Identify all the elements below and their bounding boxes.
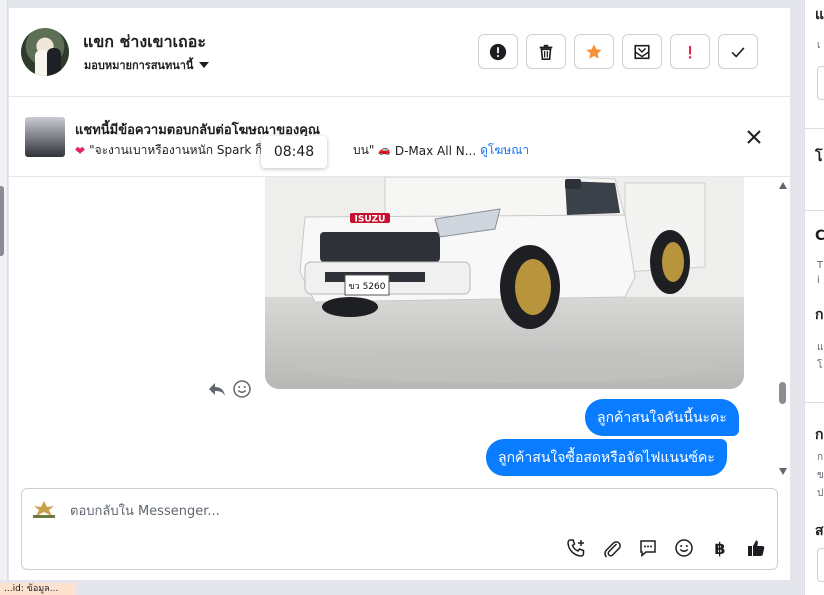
ad-name: D-Max All N... [394,143,477,158]
scrollbar-thumb[interactable] [779,382,786,404]
right-panel-text: โ [817,360,823,371]
mark-spam-button[interactable] [478,34,518,69]
chat-header: แขก ช่างเขาเถอะ มอบหมายการสนทนานี้ [9,8,791,97]
call-button[interactable] [564,536,588,560]
star-button[interactable] [574,34,614,69]
page-root: แขก ช่างเขาเถอะ มอบหมายการสนทนานี้ แชทนี… [0,0,824,595]
alert-circle-icon [489,43,507,60]
chat-bubble-icon [640,540,656,558]
attach-file-button[interactable] [600,536,624,560]
right-panel-text: ข [817,470,824,481]
mail-icon [634,44,650,59]
right-panel-text: C [815,228,824,244]
outgoing-message[interactable]: ลูกค้าสนใจซื้อสดหรือจัดไฟแนนซ์คะ [486,439,727,476]
right-panel-text: T [817,260,824,271]
header-actions [478,34,758,69]
react-emoji-icon[interactable] [232,379,252,399]
saved-replies-button[interactable] [636,536,660,560]
payment-button[interactable]: ฿ [708,536,732,560]
ad-snippet-tail: บน" [353,143,375,157]
outgoing-message[interactable]: ลูกค้าสนใจคันนี้นะคะ [585,399,739,436]
pickup-truck-image: ISUZU ขว 5260 [265,177,744,389]
trash-icon [539,44,553,60]
time-tooltip: 08:48 [261,136,327,168]
right-panel-text: แ [817,342,824,353]
ad-thumbnail[interactable] [25,117,65,157]
contact-name[interactable]: แขก ช่างเขาเถอะ [83,30,206,55]
assign-conversation-dropdown[interactable]: มอบหมายการสนทนานี้ [84,56,210,74]
right-panel-text: โ [815,149,823,165]
paperclip-icon [604,541,621,558]
follow-up-button[interactable] [670,34,710,69]
car-brand-label: ISUZU [355,215,386,225]
ad-reply-banner: แชทนี้มีข้อความตอบกลับต่อโฆษณาของคุณ ❤ "… [9,97,791,177]
thumbs-up-icon [748,540,765,556]
bottom-strip [0,580,804,595]
like-button[interactable] [744,536,768,560]
right-panel-field[interactable] [817,66,824,100]
right-panel-text: เ [817,40,821,51]
car-photo-attachment[interactable]: ISUZU ขว 5260 [265,177,744,389]
scroll-down-arrow-icon[interactable] [779,468,787,475]
message-composer: ฿ [21,488,778,570]
mark-unread-button[interactable] [622,34,662,69]
reply-icon[interactable] [207,379,227,399]
message-input[interactable] [70,501,570,521]
right-panel-text: แ [815,7,824,23]
right-panel-text: ก [815,427,824,443]
scroll-up-arrow-icon[interactable] [779,182,787,189]
heart-icon: ❤ [75,143,86,158]
delete-button[interactable] [526,34,566,69]
view-ad-link[interactable]: ดูโฆษณา [480,141,529,160]
ad-snippet: "จะงานเบาหรืองานหนัก Spark ก็วิ่ง [89,143,276,157]
right-panel-text: i [817,275,820,286]
check-icon [731,46,745,58]
message-scrollbar[interactable] [776,177,790,482]
mark-done-button[interactable] [718,34,758,69]
assign-label: มอบหมายการสนทนานี้ [84,59,194,72]
chat-panel: แขก ช่างเขาเถอะ มอบหมายการสนทนานี้ แชทนี… [8,8,791,580]
smiley-icon [675,539,693,557]
left-sidebar-edge [0,0,8,580]
right-info-panel: แ เ โ C T i ก แ โ ก ก ข ป ส [804,0,824,595]
phone-plus-icon [567,539,585,557]
right-panel-text: ก [815,307,824,323]
license-plate: ขว 5260 [349,282,386,292]
exclamation-icon [688,45,692,59]
page-logo-icon [33,501,55,518]
emoji-button[interactable] [672,536,696,560]
caret-down-icon [199,62,210,68]
message-list: ISUZU ขว 5260 ลูกค้าสนใจคันนี้นะคะ ลูกค้… [9,177,791,482]
right-panel-text: ส [815,523,824,539]
left-sidebar-handle[interactable] [0,186,4,256]
composer-toolbar: ฿ [564,536,768,560]
right-panel-text: ก [817,452,824,463]
bottom-chip[interactable]: ...id: ข้อมูล... [0,583,76,595]
avatar[interactable] [21,28,69,76]
right-panel-field[interactable] [817,548,824,582]
car-icon: 🚗 [378,145,391,156]
star-icon [586,43,602,59]
close-icon[interactable] [744,127,764,147]
baht-icon: ฿ [714,538,726,558]
right-panel-text: ป [817,488,824,499]
